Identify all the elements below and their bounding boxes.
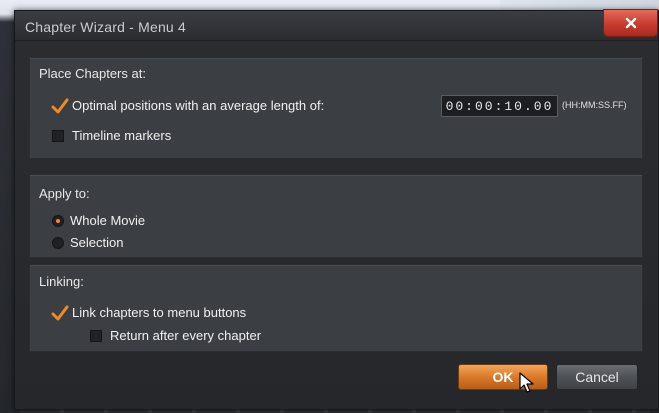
- return-after-label: Return after every chapter: [110, 328, 262, 343]
- timeline-markers-option[interactable]: Timeline markers: [52, 128, 171, 143]
- chapter-wizard-dialog: Chapter Wizard - Menu 4 Place Chapters a…: [14, 9, 659, 410]
- selection-option[interactable]: Selection: [52, 235, 123, 250]
- link-chapters-label: Link chapters to menu buttons: [72, 305, 247, 320]
- return-after-checkbox[interactable]: [90, 329, 102, 342]
- average-length-input[interactable]: 00:00:10.00: [441, 95, 558, 117]
- timeline-markers-label: Timeline markers: [72, 128, 172, 143]
- timeline-markers-checkbox[interactable]: [52, 129, 64, 142]
- whole-movie-option[interactable]: Whole Movie: [52, 213, 145, 228]
- selection-label: Selection: [70, 235, 124, 250]
- close-icon: [625, 17, 637, 29]
- return-after-option[interactable]: Return after every chapter: [90, 328, 261, 343]
- optimal-positions-label: Optimal positions with an average length…: [72, 98, 325, 113]
- optimal-positions-option[interactable]: Optimal positions with an average length…: [51, 98, 325, 113]
- selection-radio[interactable]: [52, 236, 64, 249]
- cancel-button[interactable]: Cancel: [556, 364, 638, 390]
- title-bar[interactable]: Chapter Wizard - Menu 4: [15, 9, 658, 41]
- apply-to-panel: Apply to: Whole Movie Selection: [29, 174, 643, 258]
- close-button[interactable]: [603, 9, 658, 37]
- window-title: Chapter Wizard - Menu 4: [25, 19, 186, 35]
- mouse-cursor-icon: [519, 372, 535, 399]
- optimal-positions-checkbox[interactable]: [51, 98, 69, 113]
- place-chapters-panel: Place Chapters at: Optimal positions wit…: [29, 57, 643, 159]
- link-chapters-checkbox[interactable]: [51, 305, 69, 320]
- checkmark-icon: [51, 305, 69, 320]
- whole-movie-label: Whole Movie: [70, 213, 146, 228]
- checkmark-icon: [51, 98, 69, 113]
- linking-label: Linking:: [39, 274, 84, 289]
- linking-panel: Linking: Link chapters to menu buttons R…: [29, 264, 643, 352]
- time-format-hint: (HH:MM:SS.FF): [562, 100, 627, 110]
- link-chapters-option[interactable]: Link chapters to menu buttons: [51, 305, 247, 320]
- whole-movie-radio[interactable]: [52, 214, 64, 227]
- place-chapters-label: Place Chapters at:: [39, 66, 146, 81]
- apply-to-label: Apply to:: [39, 186, 90, 201]
